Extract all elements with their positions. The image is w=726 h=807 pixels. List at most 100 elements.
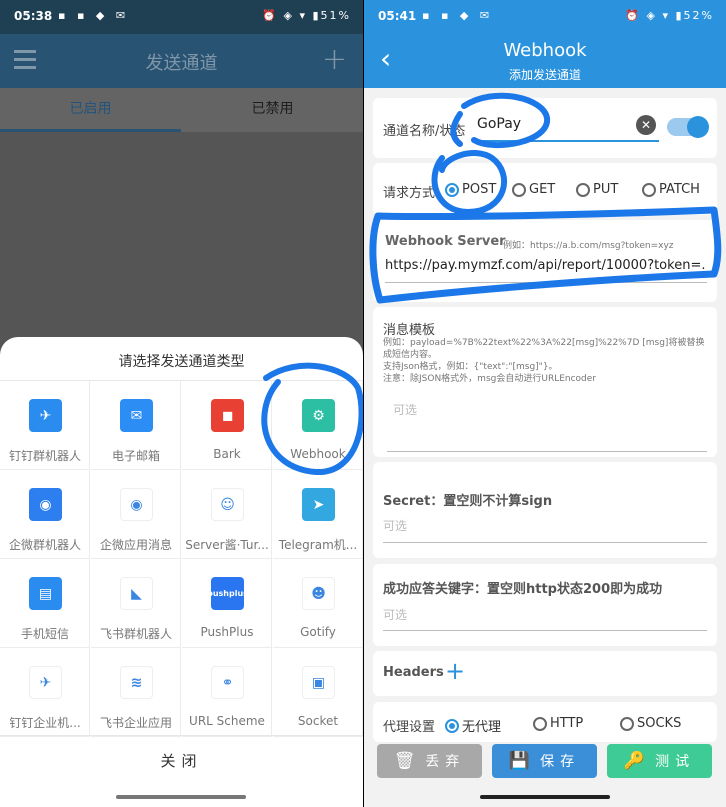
- radio-indicator: [445, 718, 459, 733]
- tab-disabled[interactable]: 已禁用: [182, 88, 363, 132]
- save-icon: 💾: [508, 751, 531, 771]
- bark-icon: ◼: [211, 399, 244, 432]
- gotify-icon: ☻: [302, 577, 335, 610]
- test-icon: 🔑: [623, 751, 646, 771]
- test-label: 测试: [655, 754, 696, 770]
- left-screen: 05:38 ▪ ▪ ◆ ✉ ⏰ ◈ ▾ ▮51% 发送通道 + 已启用 已禁用 …: [0, 0, 363, 807]
- template-label: 消息模板: [383, 323, 436, 338]
- template-help-1: 例如：payload=%7B%22text%22%3A%22[msg]%22%7…: [383, 338, 705, 360]
- radio-indicator: [533, 716, 547, 731]
- pushplus-icon: pushplus: [207, 577, 248, 610]
- template-input[interactable]: 可选: [393, 401, 417, 418]
- radio-http[interactable]: HTTP: [533, 716, 583, 731]
- secret-underline: [383, 542, 707, 543]
- channel-type-item[interactable]: ≋ 飞书企业应用: [91, 648, 181, 737]
- channel-type-item[interactable]: ☻ Gotify: [273, 559, 363, 648]
- test-button[interactable]: 🔑 测试: [607, 744, 712, 778]
- home-indicator: [116, 795, 246, 799]
- channel-type-label: 钉钉企业机...: [9, 716, 81, 730]
- page-title: Webhook: [503, 40, 587, 61]
- success-keyword-card: 成功应答关键字：置空则http状态200即为成功 可选: [373, 564, 717, 646]
- channel-type-item[interactable]: ➤ Telegram机...: [273, 470, 363, 559]
- radio-无代理[interactable]: 无代理: [445, 716, 501, 735]
- template-help-3: 注意：除JSON格式外，msg会自动进行URLEncoder: [383, 374, 597, 384]
- status-time: 05:38: [14, 9, 53, 23]
- annotation-circle: [261, 362, 363, 476]
- channel-type-item[interactable]: ◣ 飞书群机器人: [91, 559, 181, 648]
- add-header-icon[interactable]: +: [445, 657, 465, 685]
- status-bar: 05:38 ▪ ▪ ◆ ✉ ⏰ ◈ ▾ ▮51%: [0, 0, 363, 34]
- channel-type-item[interactable]: ✈ 钉钉企业机...: [0, 648, 90, 737]
- status-indicators: ⏰ ◈ ▾ ▮52%: [625, 9, 714, 22]
- template-card: 消息模板 例如：payload=%7B%22text%22%3A%22[msg]…: [373, 307, 717, 457]
- radio-socks[interactable]: SOCKS: [620, 716, 681, 731]
- secret-input[interactable]: 可选: [383, 517, 407, 534]
- dingtalk-icon: ✈: [29, 399, 62, 432]
- close-button[interactable]: 关闭: [0, 735, 363, 785]
- status-bar: 05:41 ▪ ▪ ◆ ✉ ⏰ ◈ ▾ ▮52%: [364, 0, 726, 34]
- discard-label: 丢弃: [425, 754, 466, 770]
- notification-icons: ▪ ▪ ◆ ✉: [58, 9, 130, 22]
- secret-card: Secret：置空则不计算sign 可选: [373, 462, 717, 558]
- channel-type-label: Server酱·Tur...: [185, 538, 269, 552]
- channel-type-item[interactable]: ◉ 企微应用消息: [91, 470, 181, 559]
- channel-type-label: URL Scheme: [189, 714, 265, 728]
- success-input[interactable]: 可选: [383, 606, 407, 623]
- headers-label: Headers: [383, 665, 444, 680]
- status-time: 05:41: [378, 9, 417, 23]
- save-label: 保存: [540, 754, 581, 770]
- headers-card: Headers +: [373, 651, 717, 696]
- tab-enabled[interactable]: 已启用: [0, 88, 181, 132]
- radio-label: 无代理: [462, 720, 502, 735]
- dingtalk-corp-icon: ✈: [29, 666, 62, 699]
- proxy-label: 代理设置: [383, 720, 436, 735]
- channel-type-label: 企微应用消息: [99, 538, 172, 552]
- channel-type-item[interactable]: ▤ 手机短信: [0, 559, 90, 648]
- secret-label: Secret：置空则不计算sign: [383, 494, 553, 509]
- page-title: 发送通道: [145, 53, 218, 74]
- ink-annotations: [369, 92, 722, 304]
- channel-type-item[interactable]: ◉ 企微群机器人: [0, 470, 90, 559]
- discard-button[interactable]: 🗑 丢弃: [377, 744, 482, 778]
- toolbar: ‹ Webhook 添加发送通道: [364, 34, 726, 88]
- channel-type-label: 飞书企业应用: [99, 716, 172, 730]
- channel-type-item[interactable]: ⚭ URL Scheme: [182, 648, 272, 737]
- feishu-bot-icon: ◣: [120, 577, 153, 610]
- toolbar: 发送通道 +: [0, 34, 363, 88]
- radio-indicator: [620, 716, 634, 731]
- channel-type-item[interactable]: ✉ 电子邮箱: [91, 381, 181, 470]
- add-icon[interactable]: +: [322, 42, 347, 77]
- tab-bar: 已启用 已禁用: [0, 88, 363, 132]
- url-scheme-icon: ⚭: [211, 666, 244, 699]
- channel-type-label: 钉钉群机器人: [8, 449, 81, 463]
- proxy-card: 代理设置 无代理 HTTP SOCKS: [373, 702, 717, 742]
- channel-type-label: Telegram机...: [278, 538, 358, 552]
- template-help: 例如：payload=%7B%22text%22%3A%22[msg]%22%7…: [383, 337, 709, 385]
- trash-icon: 🗑: [393, 751, 416, 771]
- wecom-app-icon: ◉: [120, 488, 153, 521]
- serverchan-icon: ☺: [211, 488, 244, 521]
- telegram-icon: ➤: [302, 488, 335, 521]
- channel-type-item[interactable]: ✈ 钉钉群机器人: [0, 381, 90, 470]
- socket-icon: ▣: [302, 666, 335, 699]
- channel-type-label: Gotify: [300, 625, 336, 639]
- success-underline: [383, 630, 707, 631]
- channel-type-label: Socket: [297, 714, 339, 728]
- save-button[interactable]: 💾 保存: [492, 744, 597, 778]
- notification-icons: ▪ ▪ ◆ ✉: [422, 9, 494, 22]
- channel-type-label: 企微群机器人: [8, 538, 81, 552]
- wecom-bot-icon: ◉: [29, 488, 62, 521]
- email-icon: ✉: [120, 399, 153, 432]
- channel-type-item[interactable]: pushplus PushPlus: [182, 559, 272, 648]
- sms-icon: ▤: [29, 577, 62, 610]
- template-help-2: 支持Json格式，例如：{"text":"[msg]"}。: [383, 362, 558, 372]
- success-label: 成功应答关键字：置空则http状态200即为成功: [383, 582, 663, 597]
- channel-type-label: 飞书群机器人: [99, 627, 172, 641]
- feishu-app-icon: ≋: [120, 666, 153, 699]
- radio-label: SOCKS: [637, 716, 682, 731]
- channel-type-item[interactable]: ☺ Server酱·Tur...: [182, 470, 272, 559]
- radio-label: HTTP: [550, 716, 584, 731]
- channel-type-label: 手机短信: [20, 627, 69, 641]
- page-subtitle: 添加发送通道: [508, 68, 581, 82]
- channel-type-item[interactable]: ▣ Socket: [273, 648, 363, 737]
